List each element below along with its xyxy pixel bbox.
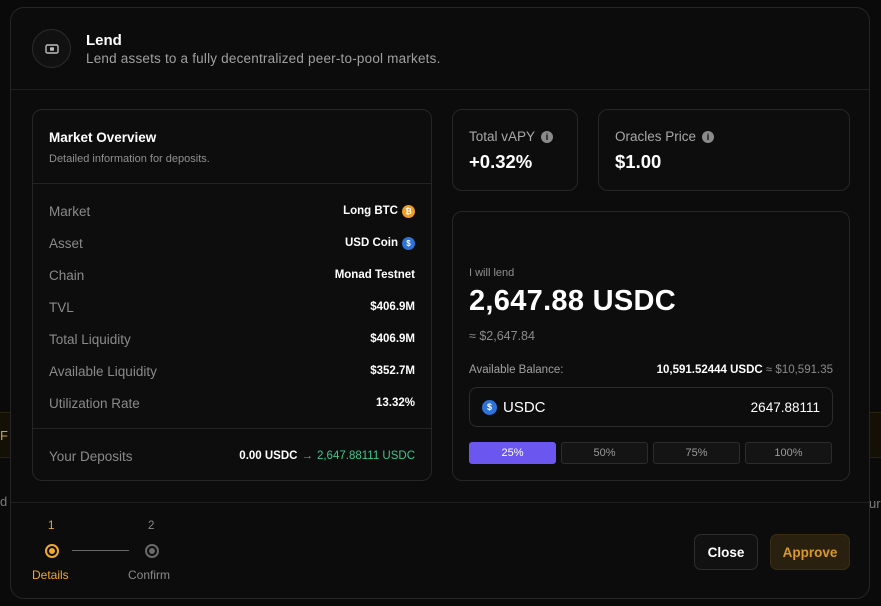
background-text-fragment: d xyxy=(0,494,8,509)
overview-row-total-liquidity: Total Liquidity $406.9M xyxy=(49,329,415,349)
lend-amount: 2,647.88 USDC xyxy=(469,285,677,317)
row-value-text: Long BTC xyxy=(343,205,398,217)
percentage-buttons: 25% 50% 75% 100% xyxy=(469,442,832,464)
lend-label: I will lend xyxy=(469,267,515,279)
market-overview-title: Market Overview xyxy=(49,130,157,145)
market-overview-subtitle: Detailed information for deposits. xyxy=(49,153,210,165)
deposit-new: 2,647.88111 USDC xyxy=(316,450,415,462)
btc-coin-icon: ₿ xyxy=(402,204,415,218)
step-connector xyxy=(72,550,129,551)
market-overview-card: Market Overview Detailed information for… xyxy=(32,109,432,481)
row-value: $352.7M xyxy=(370,365,415,377)
row-label: TVL xyxy=(49,299,74,315)
row-label: Total Liquidity xyxy=(49,331,131,347)
row-value: 0.00 USDC → 2,647.88111 USDC xyxy=(239,450,415,462)
overview-row-tvl: TVL $406.9M xyxy=(49,297,415,317)
close-button[interactable]: Close xyxy=(694,534,758,570)
lend-modal: Lend Lend assets to a fully decentralize… xyxy=(10,7,870,599)
row-value: 13.32% xyxy=(375,397,415,409)
row-value: USD Coin $ xyxy=(344,236,415,250)
balance-usd: ≈ $10,591.35 xyxy=(765,364,833,376)
total-vapy-value: +0.32% xyxy=(469,151,533,172)
background-text-fragment: ur xyxy=(869,496,881,511)
row-value: $406.9M xyxy=(370,301,415,313)
row-value: Monad Testnet xyxy=(334,269,415,281)
step-2-indicator xyxy=(145,544,159,558)
balance-value: 10,591.52444 USDC xyxy=(656,364,763,376)
overview-row-available-liquidity: Available Liquidity $352.7M xyxy=(49,361,415,381)
divider xyxy=(33,428,431,429)
token-selector: $ USDC xyxy=(482,399,546,416)
pct-50-button[interactable]: 50% xyxy=(561,442,648,464)
stat-label-text: Oracles Price xyxy=(615,129,697,144)
arrow-right-icon: → xyxy=(301,450,313,462)
info-icon[interactable]: i xyxy=(702,130,715,143)
modal-title: Lend xyxy=(86,32,122,49)
row-label: Utilization Rate xyxy=(49,395,140,411)
row-label: Available Liquidity xyxy=(49,363,157,379)
step-1-label: Details xyxy=(32,568,69,582)
oracles-price-card: Oracles Price i $1.00 xyxy=(598,109,850,191)
modal-subtitle: Lend assets to a fully decentralized pee… xyxy=(86,51,441,66)
step-1-number: 1 xyxy=(48,520,55,532)
total-vapy-card: Total vAPY i +0.32% xyxy=(452,109,578,191)
approve-button[interactable]: Approve xyxy=(770,534,850,570)
modal-footer: 1 2 Details Confirm Close Approve xyxy=(11,502,869,598)
step-1-indicator xyxy=(45,544,59,558)
oracles-price-value: $1.00 xyxy=(615,151,662,172)
row-label: Asset xyxy=(49,235,83,251)
usdc-coin-icon: $ xyxy=(402,236,415,250)
balance-label: Available Balance: xyxy=(469,364,564,376)
overview-row-asset: Asset USD Coin $ xyxy=(49,233,415,253)
row-label: Market xyxy=(49,203,91,219)
overview-row-chain: Chain Monad Testnet xyxy=(49,265,415,285)
row-value: $406.9M xyxy=(370,333,415,345)
amount-input-box: $ USDC xyxy=(469,387,833,427)
lend-approx-usd: ≈ $2,647.84 xyxy=(469,329,535,343)
row-value-text: USD Coin xyxy=(344,237,398,249)
overview-row-market: Market Long BTC ₿ xyxy=(49,201,415,221)
background-text-fragment: F xyxy=(0,428,8,443)
row-label: Your Deposits xyxy=(49,448,133,464)
deposit-current: 0.00 USDC xyxy=(239,450,298,462)
usdc-coin-icon: $ xyxy=(482,399,497,415)
step-2-number: 2 xyxy=(148,520,155,532)
overview-row-your-deposits: Your Deposits 0.00 USDC → 2,647.88111 US… xyxy=(49,446,415,466)
modal-header: Lend Lend assets to a fully decentralize… xyxy=(11,8,869,90)
wallet-icon xyxy=(32,29,71,68)
overview-row-utilization-rate: Utilization Rate 13.32% xyxy=(49,393,415,413)
amount-input[interactable] xyxy=(660,399,820,415)
row-value: Long BTC ₿ xyxy=(343,204,415,218)
stat-label: Total vAPY i xyxy=(469,129,554,144)
lend-input-card: I will lend 2,647.88 USDC ≈ $2,647.84 Av… xyxy=(452,211,850,481)
stat-label: Oracles Price i xyxy=(615,129,715,144)
balance-value-group: 10,591.52444 USDC ≈ $10,591.35 xyxy=(657,364,833,376)
divider xyxy=(33,183,431,184)
pct-75-button[interactable]: 75% xyxy=(653,442,740,464)
step-2-label: Confirm xyxy=(128,568,171,582)
token-symbol: USDC xyxy=(503,398,546,416)
stat-label-text: Total vAPY xyxy=(469,129,536,144)
pct-25-button[interactable]: 25% xyxy=(469,442,556,464)
info-icon[interactable]: i xyxy=(541,130,554,143)
pct-100-button[interactable]: 100% xyxy=(745,442,832,464)
row-label: Chain xyxy=(49,267,85,283)
available-balance-row: Available Balance: 10,591.52444 USDC ≈ $… xyxy=(469,364,833,376)
